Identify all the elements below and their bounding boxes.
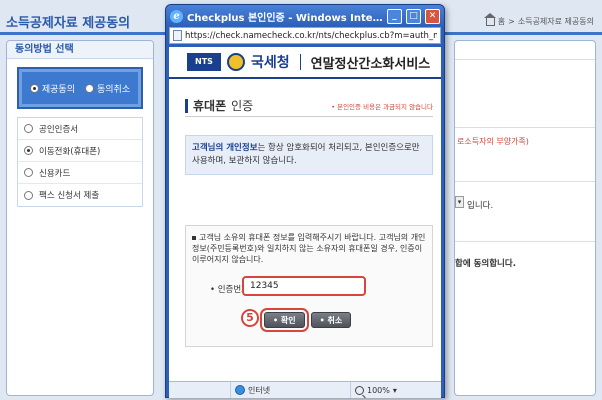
window-titlebar[interactable]: e Checkplus 본인인증 - Windows Internet Expl… [166, 5, 444, 27]
breadcrumb: 홈 > 소득공제자료 제공동의 [483, 12, 594, 27]
privacy-info-box: 고객님의 개인정보는 항상 암호화되어 처리되고, 본인인증으로만 사용하며, … [185, 135, 433, 175]
zoom-level: 100% [367, 385, 390, 395]
nts-logo: NTS [187, 53, 221, 71]
method-list: 공인인증서 이동전화(휴대폰) 신용카드 팩스 신청서 제출 [17, 117, 143, 207]
section-title: 휴대폰 [193, 99, 227, 113]
method-mobile-radio[interactable] [24, 146, 33, 155]
section-header: 휴대폰 인증 • 본인인증 비용은 과금되지 않습니다 [185, 95, 433, 117]
select-dropdown[interactable]: ▾ [455, 196, 464, 208]
consent-provide-radio[interactable] [29, 83, 39, 93]
globe-icon [235, 385, 245, 395]
consent-option-box: 제공동의 동의취소 [17, 67, 143, 109]
divider [455, 59, 595, 60]
breadcrumb-home[interactable]: 홈 [498, 16, 505, 27]
checkplus-popup-window: e Checkplus 본인인증 - Windows Internet Expl… [165, 4, 445, 398]
brand-header: NTS 국세청 연말정산간소화서비스 [169, 47, 441, 79]
status-bar: 인터넷 100% ▾ [169, 381, 441, 398]
cancel-button[interactable]: • 취소 [310, 312, 352, 328]
form-description-text: 고객님 소유의 휴대폰 정보를 입력해주시기 바랍니다. 고객님의 개인정보(주… [192, 233, 426, 264]
auth-form: 고객님 소유의 휴대폰 정보를 입력해주시기 바랍니다. 고객님의 개인정보(주… [185, 225, 433, 347]
method-fax[interactable]: 팩스 신청서 제출 [18, 184, 142, 206]
brand-name: 국세청 [251, 55, 290, 71]
brand-separator [299, 54, 301, 70]
agree-text: 합에 동의합니다. [455, 259, 516, 269]
home-icon[interactable] [483, 12, 496, 26]
status-zone: 인터넷 [231, 382, 351, 398]
zoom-dropdown-icon[interactable]: ▾ [393, 386, 397, 395]
divider [455, 127, 595, 128]
fee-note: • 본인인증 비용은 과금되지 않습니다 [331, 102, 433, 111]
window-title: Checkplus 본인인증 - Windows Internet Expl..… [187, 12, 383, 24]
consent-content-panel: 로소득자의 부양가족) ▾ 입니다. 합에 동의합니다. [454, 40, 596, 396]
consent-provide-label: 제공동의 [41, 84, 75, 95]
method-certificate[interactable]: 공인인증서 [18, 118, 142, 140]
address-bar[interactable]: https://check.namecheck.co.kr/nts/checkp… [169, 27, 441, 44]
panel-title: 동의방법 선택 [7, 41, 153, 59]
confirm-button[interactable]: • 확인 [260, 308, 309, 332]
consent-cancel-label: 동의취소 [97, 84, 131, 95]
emblem-icon [227, 53, 245, 71]
dependent-note: 로소득자의 부양가족) [457, 137, 529, 146]
method-fax-label: 팩스 신청서 제출 [39, 191, 100, 201]
consent-provide-option[interactable]: 제공동의 [29, 82, 75, 95]
breadcrumb-separator: > [508, 17, 515, 26]
consent-cancel-radio[interactable] [85, 83, 94, 93]
zone-label: 인터넷 [248, 385, 271, 395]
method-mobile[interactable]: 이동전화(휴대폰) [18, 140, 142, 162]
zoom-icon [355, 385, 364, 395]
url-text[interactable]: https://check.namecheck.co.kr/nts/checkp… [185, 31, 437, 41]
step-badge: 5 [241, 309, 259, 327]
content-text: 입니다. [467, 201, 494, 211]
auth-code-input[interactable] [242, 276, 366, 296]
method-fax-radio[interactable] [24, 190, 33, 200]
close-button[interactable]: ✕ [425, 8, 440, 24]
status-blank [169, 382, 231, 398]
divider [455, 241, 595, 242]
privacy-strong-text: 고객님의 개인정보 [192, 143, 258, 153]
zoom-control[interactable]: 100% ▾ [351, 382, 401, 398]
divider [455, 181, 595, 182]
consent-cancel-option[interactable]: 동의취소 [85, 82, 130, 95]
form-description: 고객님 소유의 휴대폰 정보를 입력해주시기 바랍니다. 고객님의 개인정보(주… [192, 232, 426, 265]
method-credit-card-radio[interactable] [24, 168, 33, 177]
method-credit-card[interactable]: 신용카드 [18, 162, 142, 184]
method-mobile-label: 이동전화(휴대폰) [39, 146, 101, 157]
section-marker [185, 98, 188, 113]
breadcrumb-current: 소득공제자료 제공동의 [517, 17, 594, 26]
method-certificate-label: 공인인증서 [39, 124, 79, 135]
method-certificate-radio[interactable] [24, 124, 33, 133]
form-buttons: • 확인 • 취소 [260, 308, 352, 332]
section-subtitle: 인증 [231, 99, 254, 113]
maximize-button[interactable]: □ [406, 8, 421, 24]
ie-icon: e [170, 9, 183, 23]
page-title: 소득공제자료 제공동의 [6, 16, 131, 31]
bullet-icon [192, 235, 196, 240]
page-icon [173, 30, 182, 41]
popup-content: NTS 국세청 연말정산간소화서비스 휴대폰 인증 • 본인인증 비용은 과금되… [169, 47, 441, 381]
minimize-button[interactable]: _ [387, 8, 402, 24]
consent-method-panel: 동의방법 선택 제공동의 동의취소 공인인증서 이동전화(휴대폰) 신용카드 팩… [6, 40, 154, 396]
service-name: 연말정산간소화서비스 [310, 56, 431, 72]
method-credit-card-label: 신용카드 [39, 168, 71, 179]
